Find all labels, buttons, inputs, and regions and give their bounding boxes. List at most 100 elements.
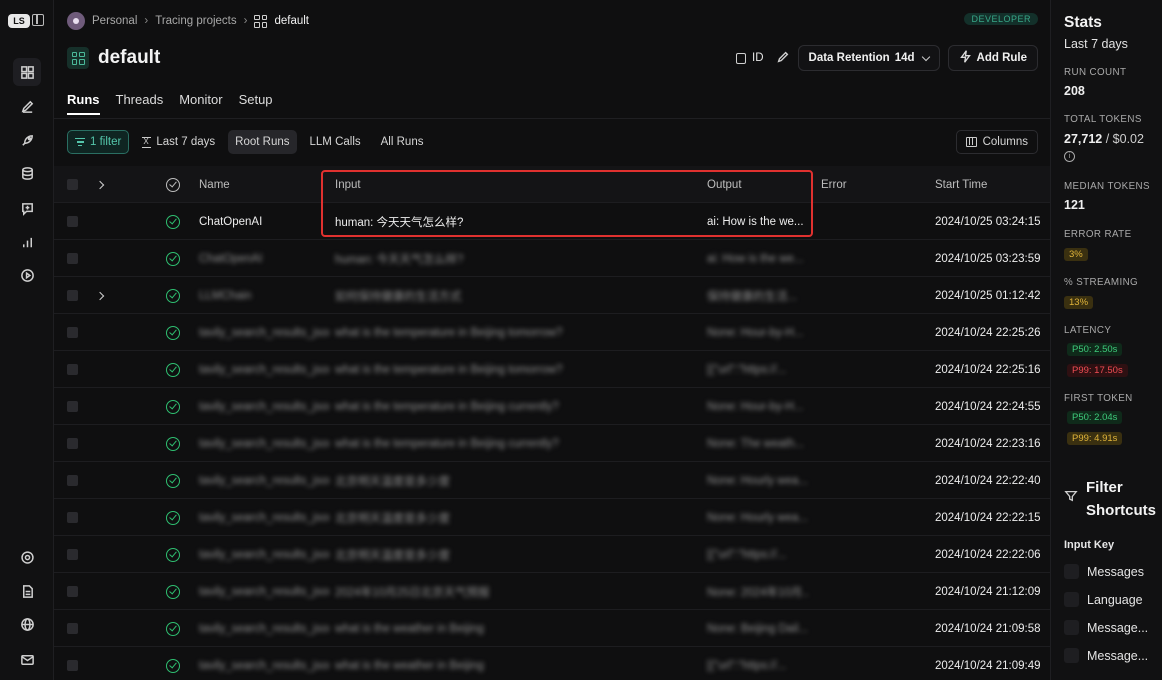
divider xyxy=(54,118,1050,119)
playground-icon[interactable] xyxy=(13,261,41,289)
row-checkbox[interactable] xyxy=(67,586,78,597)
tab-threads[interactable]: Threads xyxy=(116,92,164,115)
table-row[interactable]: tavily_search_results_json what is the te… xyxy=(54,388,1050,425)
sidebar-toggle-icon[interactable] xyxy=(32,14,44,26)
chevron-right-icon: › xyxy=(144,15,149,27)
run-name[interactable]: tavily_search_results_json xyxy=(199,462,329,499)
table-row[interactable]: LLMChain 如何保持健康的生活方式 保持健康的生活... 2024/10/25 … xyxy=(54,277,1050,314)
row-checkbox[interactable] xyxy=(67,438,78,449)
datasets-icon[interactable] xyxy=(13,159,41,187)
run-name[interactable]: tavily_search_results_json xyxy=(199,499,329,536)
column-header-error[interactable]: Error xyxy=(821,166,921,203)
row-checkbox[interactable] xyxy=(67,253,78,264)
tab-monitor[interactable]: Monitor xyxy=(179,92,222,115)
shortcut-language[interactable]: Language xyxy=(1064,592,1143,607)
data-retention-dropdown[interactable]: Data Retention 14d xyxy=(797,45,940,71)
shortcut-message-2[interactable]: Message... xyxy=(1064,648,1148,663)
expand-all-icon[interactable] xyxy=(97,180,105,189)
run-error xyxy=(821,425,921,462)
docs-icon[interactable] xyxy=(13,577,41,605)
run-name[interactable]: tavily_search_results_json xyxy=(199,388,329,425)
page-header: default xyxy=(67,45,160,71)
column-header-start-time[interactable]: Start Time xyxy=(935,166,1050,203)
tab-runs[interactable]: Runs xyxy=(67,92,100,115)
row-checkbox[interactable] xyxy=(67,660,78,671)
run-input: human: 今天天气怎么样? xyxy=(335,253,464,266)
breadcrumb-workspace[interactable]: Personal xyxy=(92,15,137,27)
table-row[interactable]: tavily_search_results_json what is the te… xyxy=(54,314,1050,351)
table-row[interactable]: tavily_search_results_json what is the we… xyxy=(54,647,1050,680)
shortcut-message-1[interactable]: Message... xyxy=(1064,620,1148,635)
run-name[interactable]: tavily_search_results_json xyxy=(199,610,329,647)
run-name[interactable]: tavily_search_results_json xyxy=(199,314,329,351)
runs-table: Name Input Output Error Start Time ChatO… xyxy=(54,166,1050,680)
run-name[interactable]: ChatOpenAI xyxy=(199,203,329,240)
table-row[interactable]: ChatOpenAI human: 今天天气怎么样? ai: How is the … xyxy=(54,240,1050,277)
row-checkbox[interactable] xyxy=(67,216,78,227)
run-output: None: Hour-by-H... xyxy=(707,326,804,339)
run-input: human: 今天天气怎么样? xyxy=(335,216,464,229)
row-checkbox[interactable] xyxy=(67,401,78,412)
run-name[interactable]: ChatOpenAI xyxy=(199,240,329,277)
shortcut-checkbox[interactable] xyxy=(1064,620,1079,635)
prompt-icon[interactable] xyxy=(13,194,41,222)
column-header-name[interactable]: Name xyxy=(199,166,329,203)
run-name[interactable]: tavily_search_results_json xyxy=(199,647,329,680)
shortcut-checkbox[interactable] xyxy=(1064,592,1079,607)
monitor-icon[interactable] xyxy=(13,228,41,256)
langsmith-logo[interactable]: LS xyxy=(8,14,30,28)
run-output: None: The weath... xyxy=(707,437,804,450)
filter-button[interactable]: 1 filter xyxy=(67,130,130,154)
run-name[interactable]: tavily_search_results_json xyxy=(199,573,329,610)
table-row[interactable]: tavily_search_results_json 北京明天温度是多少度 None… xyxy=(54,499,1050,536)
all-runs-toggle[interactable]: All Runs xyxy=(374,130,431,154)
root-runs-toggle[interactable]: Root Runs xyxy=(228,130,297,154)
row-checkbox[interactable] xyxy=(67,623,78,634)
run-name[interactable]: tavily_search_results_json xyxy=(199,425,329,462)
row-checkbox[interactable] xyxy=(67,512,78,523)
copy-id-button[interactable]: ID xyxy=(732,52,768,64)
globe-icon[interactable] xyxy=(13,610,41,638)
table-row[interactable]: tavily_search_results_json 2024年10月25日北京天… xyxy=(54,573,1050,610)
table-row[interactable]: tavily_search_results_json what is the we… xyxy=(54,610,1050,647)
edit-icon[interactable] xyxy=(776,50,790,67)
table-row[interactable]: ChatOpenAI human: 今天天气怎么样? ai: How is the … xyxy=(54,203,1050,240)
settings-icon[interactable] xyxy=(13,543,41,571)
select-all-checkbox[interactable] xyxy=(67,179,78,190)
row-checkbox[interactable] xyxy=(67,549,78,560)
run-name[interactable]: LLMChain xyxy=(199,277,329,314)
mail-icon[interactable] xyxy=(13,645,41,673)
annotate-icon[interactable] xyxy=(13,92,41,120)
row-checkbox[interactable] xyxy=(67,290,78,301)
add-rule-button[interactable]: Add Rule xyxy=(947,45,1038,71)
tab-setup[interactable]: Setup xyxy=(239,92,273,115)
breadcrumb-section[interactable]: Tracing projects xyxy=(155,15,236,27)
row-checkbox[interactable] xyxy=(67,327,78,338)
filter-count: 1 filter xyxy=(90,136,122,148)
table-row[interactable]: tavily_search_results_json 北京明天温度是多少度 [{"u… xyxy=(54,536,1050,573)
avatar[interactable] xyxy=(67,12,85,30)
info-icon[interactable]: i xyxy=(1064,151,1075,162)
row-checkbox[interactable] xyxy=(67,475,78,486)
run-error xyxy=(821,610,921,647)
run-name[interactable]: tavily_search_results_json xyxy=(199,536,329,573)
shortcut-checkbox[interactable] xyxy=(1064,564,1079,579)
total-cost: / $0.02 xyxy=(1105,132,1144,146)
filter-shortcuts-title: Filter Shortcuts xyxy=(1086,479,1157,519)
column-header-input[interactable]: Input xyxy=(335,166,700,203)
projects-icon[interactable] xyxy=(13,58,41,86)
run-name[interactable]: tavily_search_results_json xyxy=(199,351,329,388)
column-header-output[interactable]: Output xyxy=(707,166,809,203)
table-row[interactable]: tavily_search_results_json 北京明天温度是多少度 None… xyxy=(54,462,1050,499)
table-row[interactable]: tavily_search_results_json what is the te… xyxy=(54,425,1050,462)
shortcut-messages[interactable]: Messages xyxy=(1064,564,1144,579)
table-row[interactable]: tavily_search_results_json what is the te… xyxy=(54,351,1050,388)
run-start-time: 2024/10/24 21:12:09 xyxy=(935,585,1041,598)
deploy-icon[interactable] xyxy=(13,126,41,154)
time-range-button[interactable]: Last 7 days xyxy=(135,130,222,154)
expand-row-icon[interactable] xyxy=(97,291,105,300)
llm-calls-toggle[interactable]: LLM Calls xyxy=(303,130,368,154)
row-checkbox[interactable] xyxy=(67,364,78,375)
shortcut-checkbox[interactable] xyxy=(1064,648,1079,663)
columns-button[interactable]: Columns xyxy=(955,130,1038,154)
